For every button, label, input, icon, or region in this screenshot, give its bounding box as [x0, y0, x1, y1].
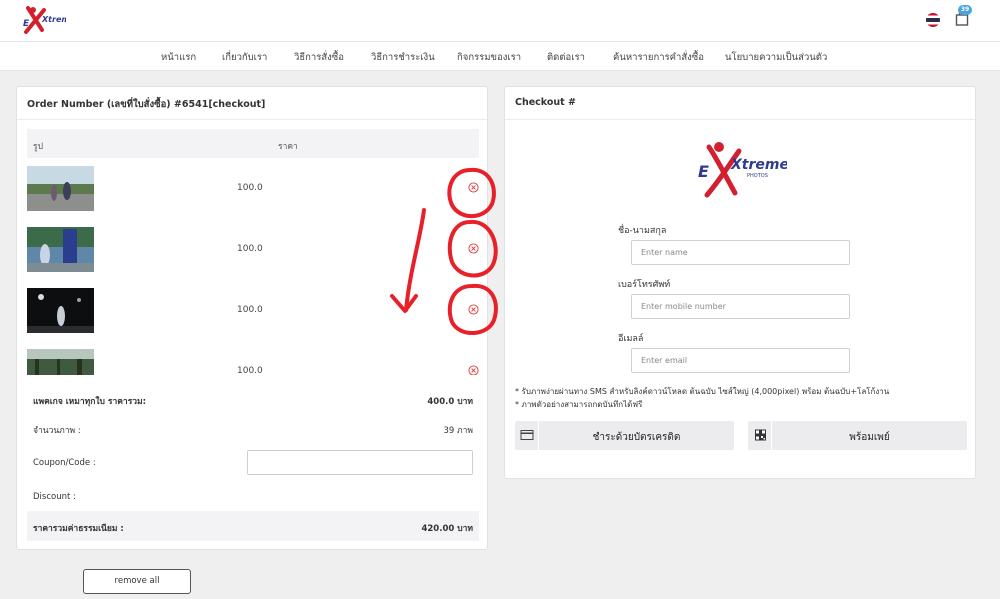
photo-thumbnail[interactable] [27, 288, 94, 333]
thai-flag-icon[interactable] [926, 13, 940, 27]
photo-thumbnail[interactable] [27, 349, 94, 375]
photo-thumbnail[interactable] [27, 166, 94, 211]
item-price: 100.0 [237, 183, 263, 193]
svg-text:E: E [23, 19, 30, 29]
xtreme-logo[interactable]: E Xtreme [20, 4, 66, 36]
discount-row: Discount : [27, 482, 479, 512]
table-row: 100.0 [27, 159, 479, 220]
qr-code-icon [755, 429, 766, 441]
table-header: รูป ราคา [27, 129, 479, 158]
remove-item-icon[interactable] [468, 182, 479, 193]
logo-text: Xtreme [41, 15, 66, 24]
col-price-header: ราคา [278, 142, 298, 152]
nav-events[interactable]: กิจกรรมของเรา [457, 50, 521, 65]
table-row: 100.0 [27, 220, 479, 281]
email-field[interactable] [631, 348, 850, 373]
table-row: 100.0 [27, 342, 479, 375]
order-card: Order Number (เลขที่ใบสั่งซื้อ) #6541[ch… [16, 86, 488, 550]
pay-credit-card-button[interactable]: ชำระด้วยบัตรเครดิต [515, 421, 734, 450]
coupon-label: Coupon/Code : [33, 458, 96, 468]
xtreme-photos-logo: E Xtreme PHOTOS [698, 142, 787, 198]
pay-credit-card-label: ชำระด้วยบัตรเครดิต [592, 432, 681, 443]
svg-text:E: E [698, 162, 709, 181]
pay-promptpay-label: พร้อมเพย์ [849, 432, 890, 443]
mobile-label: เบอร์โทรศัพท์ [618, 280, 671, 290]
nav-privacy[interactable]: นโยบายความเป็นส่วนตัว [725, 50, 827, 65]
package-label: แพคเกจ เหมาทุกใบ ราคารวม: [33, 397, 147, 407]
nav-about[interactable]: เกี่ยวกับเรา [222, 50, 267, 65]
nav-payment[interactable]: วิธีการชำระเงิน [371, 50, 435, 65]
remove-item-icon[interactable] [468, 243, 479, 254]
logo-text: Xtreme [730, 157, 787, 173]
item-list[interactable]: 100.0 100.0 100.0 100.0 [17, 159, 489, 375]
table-row: 100.0 [27, 281, 479, 342]
coupon-input[interactable] [247, 450, 473, 475]
order-title: Order Number (เลขที่ใบสั่งซื้อ) #6541[ch… [27, 99, 266, 110]
top-bar: E Xtreme 39 [0, 0, 1000, 42]
mobile-field[interactable] [631, 294, 850, 319]
nav-home[interactable]: หน้าแรก [161, 50, 196, 65]
discount-label: Discount : [33, 492, 76, 502]
remove-item-icon[interactable] [468, 365, 479, 375]
package-value: 400.0 บาท [427, 397, 473, 407]
photo-thumbnail[interactable] [27, 227, 94, 272]
remove-all-button[interactable]: remove all [83, 569, 191, 594]
item-price: 100.0 [237, 366, 263, 375]
nav-how-to-order[interactable]: วิธีการสั่งซื้อ [294, 50, 344, 65]
credit-card-icon [520, 430, 534, 440]
checkout-title: Checkout # [515, 97, 576, 108]
total-row: ราคารวมค่าธรรมเนียม : 420.00 บาท [27, 511, 479, 541]
total-label: ราคารวมค่าธรรมเนียม : [33, 524, 124, 534]
photo-count-value: 39 ภาพ [443, 426, 474, 436]
name-label: ชื่อ-นามสกุล [618, 226, 667, 236]
email-label: อีเมลล์ [618, 334, 644, 344]
divider [17, 119, 487, 120]
sms-note: * รับภาพง่ายผ่านทาง SMS สำหรับลิงค์ดาวน์… [515, 387, 890, 396]
remove-item-icon[interactable] [468, 304, 479, 315]
nav-order-search[interactable]: ค้นหารายการคำสั่งซื้อ [613, 50, 704, 65]
pay-promptpay-button[interactable]: พร้อมเพย์ [748, 421, 967, 450]
main-nav: หน้าแรก เกี่ยวกับเรา วิธีการสั่งซื้อ วิธ… [0, 42, 1000, 71]
save-preview-note: * ภาพตัวอย่างสามารถกดบันทึกได้ฟรี [515, 400, 643, 409]
photo-count-row: จำนวนภาพ : 39 ภาพ [27, 413, 479, 443]
item-price: 100.0 [237, 244, 263, 254]
divider [505, 119, 975, 120]
col-image-header: รูป [33, 142, 43, 152]
package-row: แพคเกจ เหมาทุกใบ ราคารวม: 400.0 บาท [27, 384, 479, 414]
photo-count-label: จำนวนภาพ : [33, 426, 81, 436]
total-value: 420.00 บาท [421, 524, 473, 534]
logo-subtext: PHOTOS [747, 173, 768, 179]
checkout-card: Checkout # E Xtreme PHOTOS ชื่อ-นามสกุล … [504, 86, 976, 479]
nav-contact[interactable]: ติดต่อเรา [547, 50, 585, 65]
item-price: 100.0 [237, 305, 263, 315]
name-field[interactable] [631, 240, 850, 265]
cart-count-badge: 39 [958, 5, 972, 15]
